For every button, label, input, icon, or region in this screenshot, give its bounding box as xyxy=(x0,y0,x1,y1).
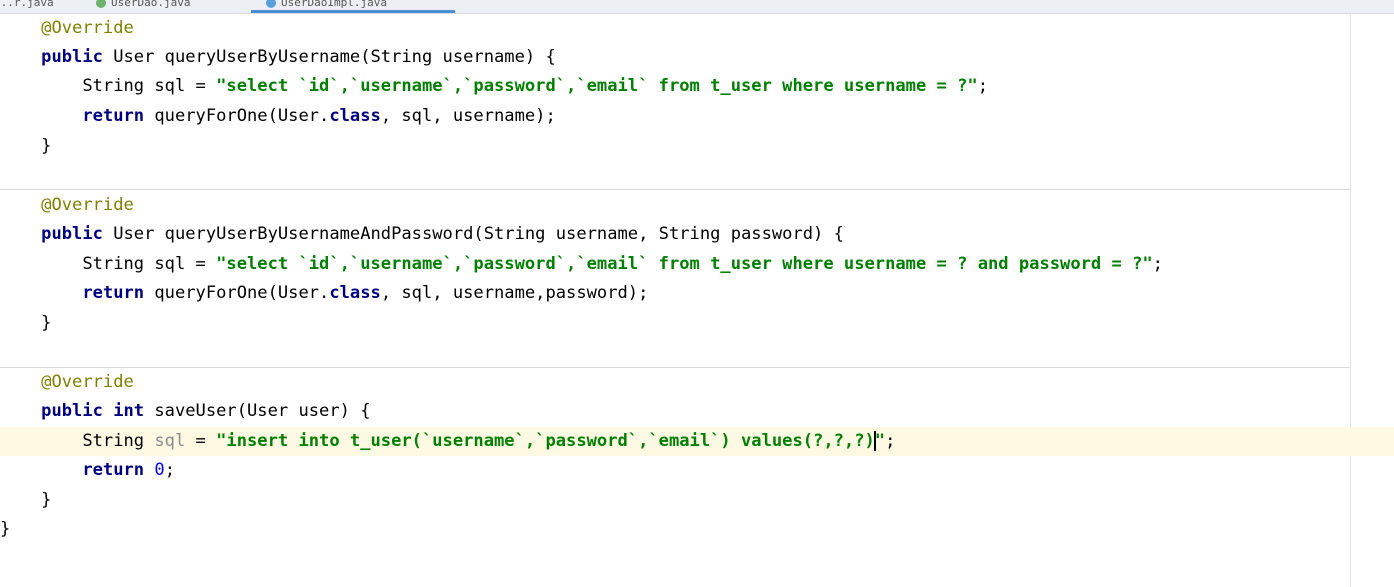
code-line: String sql = "select `id`,`username`,`pa… xyxy=(82,76,988,96)
code-line: return queryForOne(User.class, sql, user… xyxy=(82,283,649,303)
java-class-icon xyxy=(266,0,276,8)
string-literal: "insert into t_user(`username`,`password… xyxy=(216,431,875,451)
code-line: public User queryUserByUsername(String u… xyxy=(41,47,556,67)
code-line: @Override xyxy=(0,191,1394,220)
active-tab-indicator xyxy=(251,10,455,13)
method-separator xyxy=(0,189,1350,190)
code-line: String sql = "select `id`,`username`,`pa… xyxy=(82,254,1163,274)
code-line: @Override xyxy=(0,368,1394,397)
code-line: public int saveUser(User user) { xyxy=(41,401,371,421)
code-line: } xyxy=(41,313,52,333)
code-line: return queryForOne(User.class, sql, user… xyxy=(82,106,556,126)
current-code-line: String sql = "insert into t_user(`userna… xyxy=(0,427,1394,456)
annotation: @Override xyxy=(41,18,134,38)
code-line: } xyxy=(41,490,52,510)
java-interface-icon xyxy=(96,0,106,8)
code-line: return 0; xyxy=(82,460,175,480)
editor-tab-bar: ...r.java UserDao.java UserDaoImpl.java xyxy=(0,0,1394,14)
code-line: public User queryUserByUsernameAndPasswo… xyxy=(41,224,844,244)
editor-tab[interactable]: ...r.java xyxy=(0,0,54,13)
code-line: } xyxy=(0,519,11,539)
code-line: @Override xyxy=(0,14,1394,43)
annotation: @Override xyxy=(41,195,134,215)
code-line: } xyxy=(41,136,52,156)
editor-tab-userdao[interactable]: UserDao.java xyxy=(96,0,190,13)
string-literal: "select `id`,`username`,`password`,`emai… xyxy=(216,76,978,96)
unused-variable: sql xyxy=(154,431,186,451)
number-literal: 0 xyxy=(154,460,165,480)
string-literal: "select `id`,`username`,`password`,`emai… xyxy=(216,254,1153,274)
annotation: @Override xyxy=(41,372,134,392)
